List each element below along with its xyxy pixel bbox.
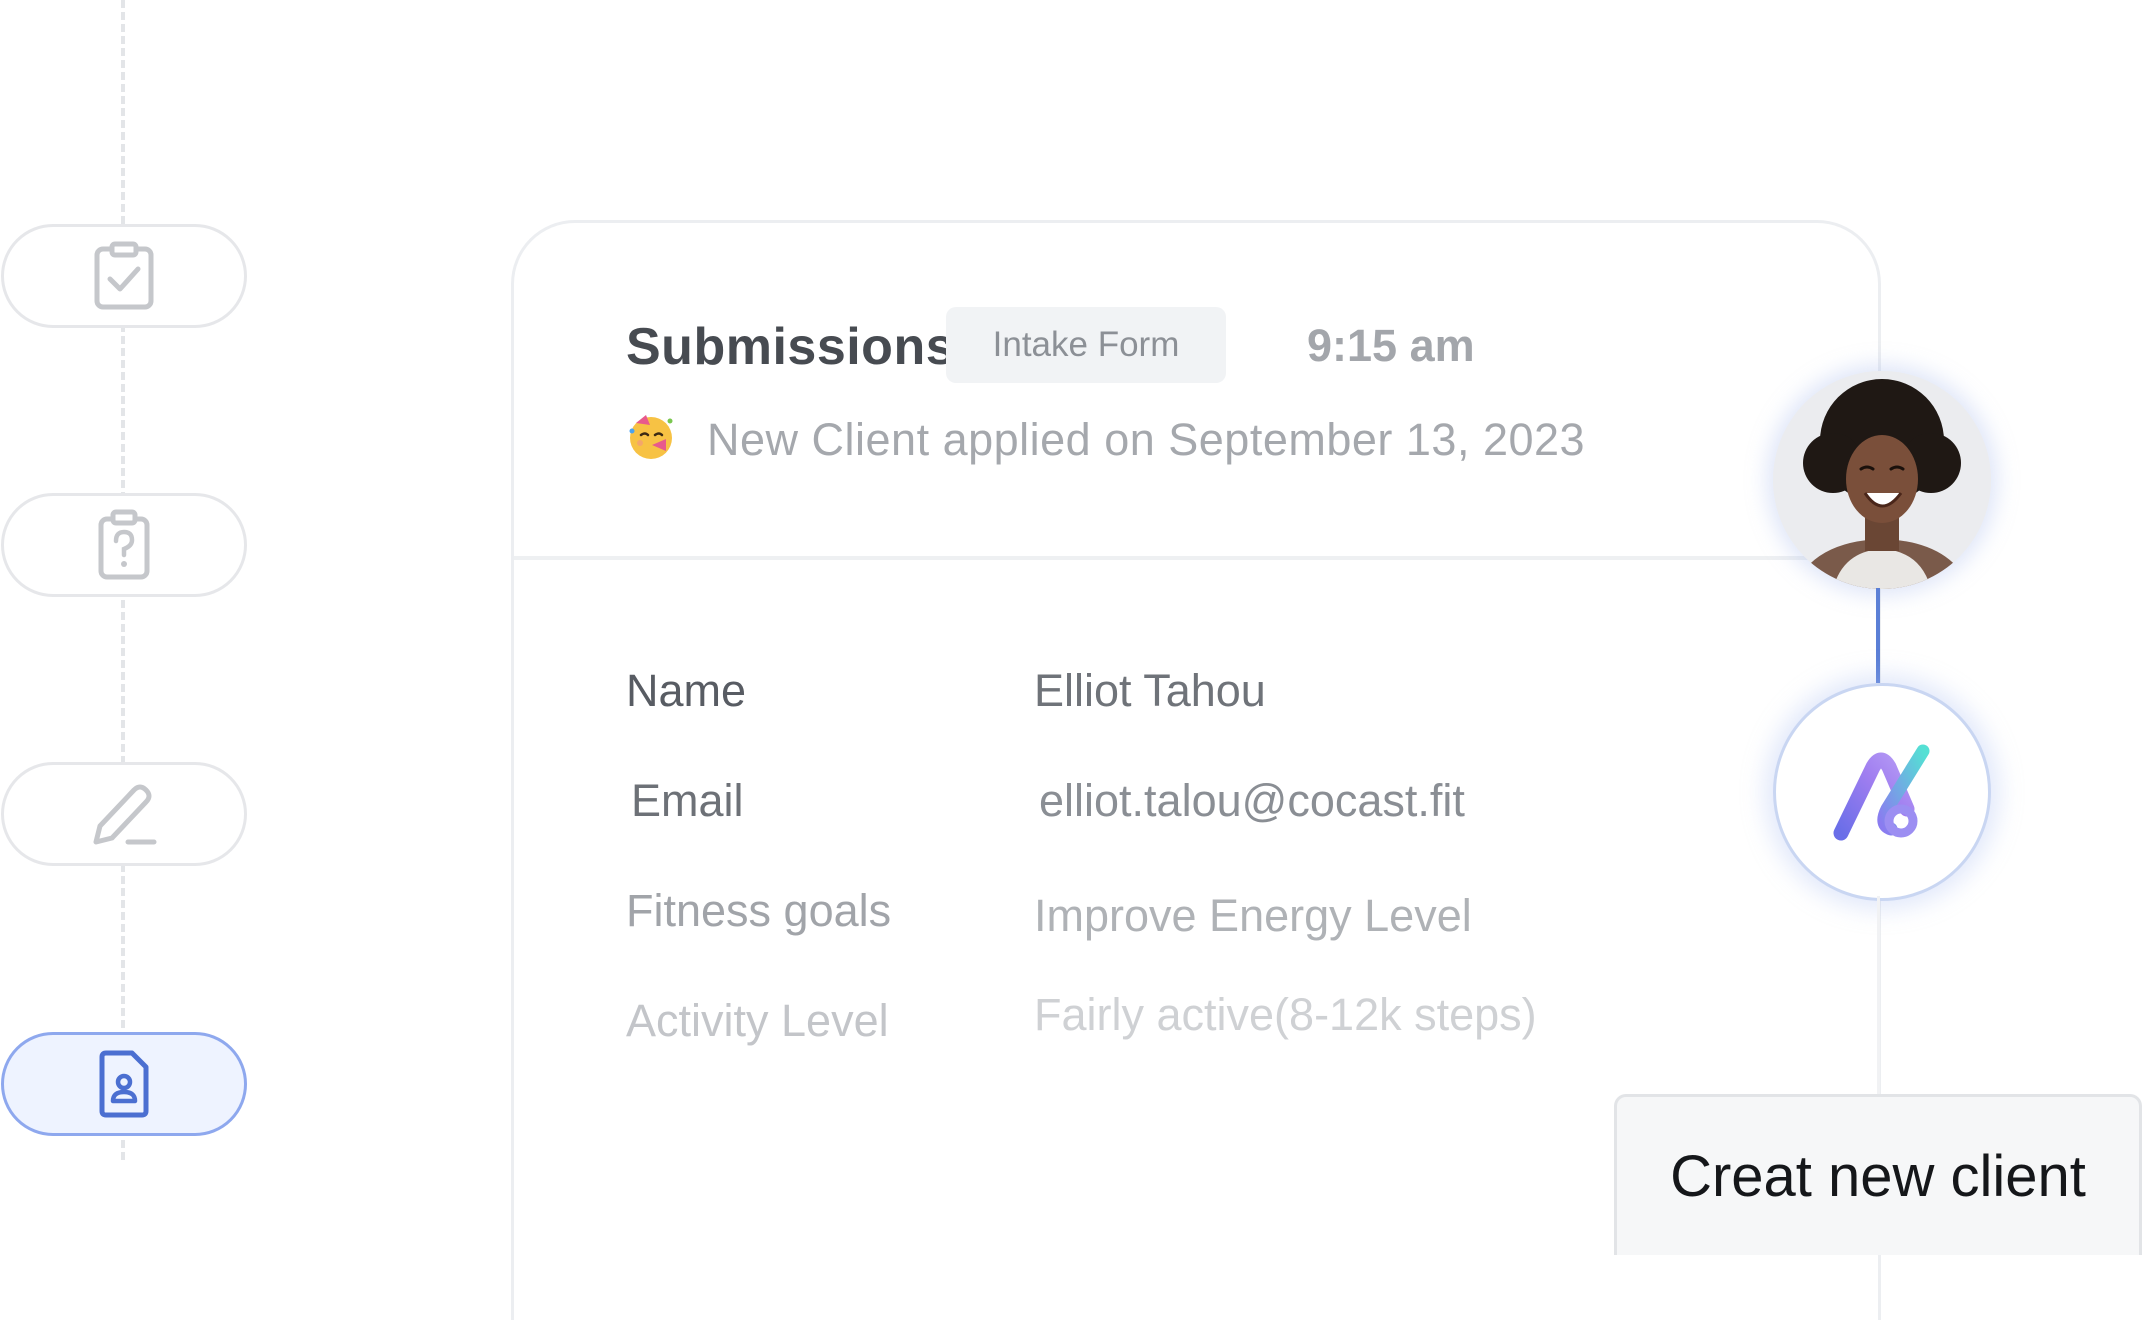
clipboard-question-icon [98, 509, 150, 580]
connector-line [1876, 588, 1880, 683]
field-value-email: elliot.talou@cocast.fit [1039, 775, 1465, 826]
field-label-name: Name [626, 665, 747, 716]
page-title: Submissions [626, 318, 956, 376]
step-signature[interactable] [1, 762, 247, 866]
document-user-icon [99, 1050, 149, 1118]
field-value-name: Elliot Tahou [1034, 665, 1266, 716]
step-questionnaire[interactable] [1, 493, 247, 597]
pencil-icon [93, 784, 157, 845]
clipboard-check-icon [94, 241, 154, 310]
field-value-fitness-goals: Improve Energy Level [1034, 890, 1472, 941]
submission-summary: New Client applied on September 13, 2023 [707, 414, 1586, 465]
field-value-activity-level: Fairly active(8-12k steps) [1034, 989, 1537, 1040]
app-logo [1773, 683, 1991, 901]
avatar [1773, 371, 1991, 589]
create-client-button[interactable]: Creat new client [1614, 1094, 2142, 1255]
app-logo-icon [1833, 744, 1930, 841]
step-task-checklist[interactable] [1, 224, 247, 328]
submission-time: 9:15 am [1307, 320, 1475, 371]
connector-tail [1877, 896, 1880, 1096]
party-face-icon [629, 415, 673, 459]
client-avatar [1773, 371, 1991, 589]
field-label-email: Email [631, 775, 744, 826]
form-type-badge: Intake Form [946, 307, 1226, 383]
field-label-fitness-goals: Fitness goals [626, 885, 892, 936]
step-client-profile[interactable] [1, 1032, 247, 1136]
field-label-activity-level: Activity Level [626, 995, 889, 1046]
card-header: Submissions Intake Form 9:15 am New Clie… [514, 223, 1878, 560]
